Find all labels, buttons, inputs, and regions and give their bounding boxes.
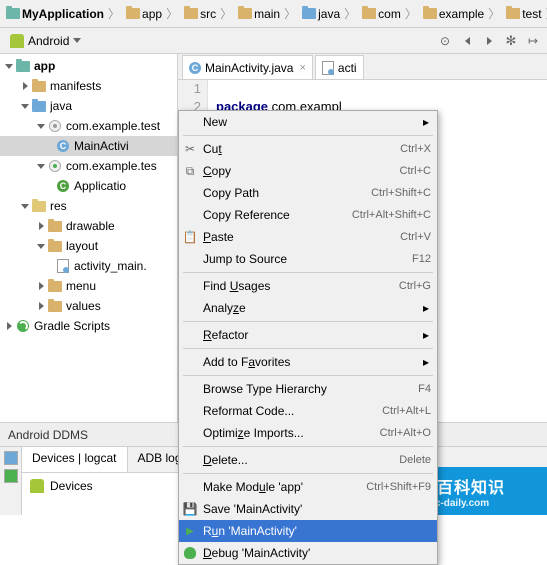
folder-icon [48,221,62,232]
project-tree: app manifests java com.example.test CMai… [0,54,178,422]
class-icon: C [189,62,201,74]
ctx-save[interactable]: 💾Save 'MainActivity' [179,498,437,520]
bug-icon [183,546,197,560]
android-icon [10,34,24,48]
android-icon [30,479,44,493]
nav-back-icon[interactable] [459,33,475,49]
ctx-copy[interactable]: ⧉CopyCtrl+C [179,160,437,182]
context-menu: New▸ ✂CutCtrl+X ⧉CopyCtrl+C Copy PathCtr… [178,110,438,565]
tree-node-layout[interactable]: layout [0,236,177,256]
nav-fwd-icon[interactable] [481,33,497,49]
folder-icon [423,8,437,19]
paste-icon: 📋 [183,230,197,244]
folder-icon [184,8,198,19]
tree-node-manifests[interactable]: manifests [0,76,177,96]
breadcrumb-item[interactable]: app〉 [124,5,182,22]
folder-icon [48,281,62,292]
ctx-copy-ref[interactable]: Copy ReferenceCtrl+Alt+Shift+C [179,204,437,226]
submenu-arrow-icon: ▸ [423,115,429,129]
ctx-copy-path[interactable]: Copy PathCtrl+Shift+C [179,182,437,204]
ctx-browse-type[interactable]: Browse Type HierarchyF4 [179,378,437,400]
tree-node-drawable[interactable]: drawable [0,216,177,236]
cut-icon: ✂ [183,142,197,156]
folder-icon [48,301,62,312]
submenu-arrow-icon: ▸ [423,328,429,342]
ctx-reformat[interactable]: Reformat Code...Ctrl+Alt+L [179,400,437,422]
close-icon[interactable]: × [299,62,305,74]
submenu-arrow-icon: ▸ [423,301,429,315]
editor-tab[interactable]: CMainActivity.java× [182,55,313,79]
folder-icon [32,101,46,112]
ctx-new[interactable]: New▸ [179,111,437,133]
folder-icon [362,8,376,19]
breadcrumb-item[interactable]: example〉 [421,5,504,22]
tree-node-values[interactable]: values [0,296,177,316]
gradle-icon [17,320,29,332]
folder-icon [126,8,140,19]
ctx-favorites[interactable]: Add to Favorites▸ [179,351,437,373]
class-icon: C [57,140,69,152]
breadcrumb-bar: MyApplication〉 app〉 src〉 main〉 java〉 com… [0,0,547,28]
breadcrumb-item[interactable]: test〉 [504,5,547,22]
collapse-icon[interactable]: ⊙ [437,33,453,49]
xml-icon [57,259,69,273]
ctx-cut[interactable]: ✂CutCtrl+X [179,138,437,160]
folder-icon [302,8,316,19]
tree-node-res[interactable]: res [0,196,177,216]
breadcrumb-item[interactable]: MyApplication〉 [4,5,124,22]
ddms-sidebar [0,447,22,515]
folder-icon [32,201,46,212]
tree-node-gradle[interactable]: Gradle Scripts [0,316,177,336]
breadcrumb-item[interactable]: src〉 [182,5,236,22]
devices-label: Devices [50,479,93,493]
screenshot-icon[interactable] [4,451,18,465]
gear-icon[interactable]: ✻ [503,33,519,49]
tree-node-xml[interactable]: activity_main. [0,256,177,276]
editor-tabs: CMainActivity.java× acti [178,54,547,80]
class-icon: C [57,180,69,192]
folder-icon [32,81,46,92]
ctx-delete[interactable]: Delete...Delete [179,449,437,471]
ctx-analyze[interactable]: Analyze▸ [179,297,437,319]
breadcrumb-item[interactable]: com〉 [360,5,421,22]
hide-icon[interactable]: ↦ [525,33,541,49]
dropdown-arrow-icon[interactable] [73,38,81,43]
ctx-refactor[interactable]: Refactor▸ [179,324,437,346]
folder-icon [506,8,520,19]
xml-icon [322,61,334,75]
project-icon [6,8,20,19]
save-icon: 💾 [183,502,197,516]
package-icon [49,160,61,172]
ctx-optimize[interactable]: Optimize Imports...Ctrl+Alt+O [179,422,437,444]
breadcrumb-item[interactable]: java〉 [300,5,360,22]
run-icon: ▶ [183,524,197,538]
tree-node-package[interactable]: com.example.tes [0,156,177,176]
ddms-tab-devices[interactable]: Devices | logcat [22,447,128,472]
submenu-arrow-icon: ▸ [423,355,429,369]
tree-node-menu[interactable]: menu [0,276,177,296]
ctx-paste[interactable]: 📋PasteCtrl+V [179,226,437,248]
package-icon [49,120,61,132]
folder-icon [48,241,62,252]
run-icon[interactable] [4,469,18,483]
tree-node-file[interactable]: CApplicatio [0,176,177,196]
breadcrumb-item[interactable]: main〉 [236,5,300,22]
tree-node-java[interactable]: java [0,96,177,116]
folder-icon [238,8,252,19]
ctx-jump[interactable]: Jump to SourceF12 [179,248,437,270]
tree-node-mainactivity[interactable]: CMainActivi [0,136,177,156]
ctx-debug[interactable]: Debug 'MainActivity' [179,542,437,564]
copy-icon: ⧉ [183,164,197,178]
editor-tab[interactable]: acti [315,55,364,79]
ctx-find-usages[interactable]: Find UsagesCtrl+G [179,275,437,297]
ctx-make-module[interactable]: Make Module 'app'Ctrl+Shift+F9 [179,476,437,498]
view-dropdown[interactable]: Android [28,34,69,48]
tree-node-app[interactable]: app [0,56,177,76]
tree-node-package[interactable]: com.example.test [0,116,177,136]
module-icon [16,61,30,72]
toolbar: Android ⊙ ✻ ↦ [0,28,547,54]
